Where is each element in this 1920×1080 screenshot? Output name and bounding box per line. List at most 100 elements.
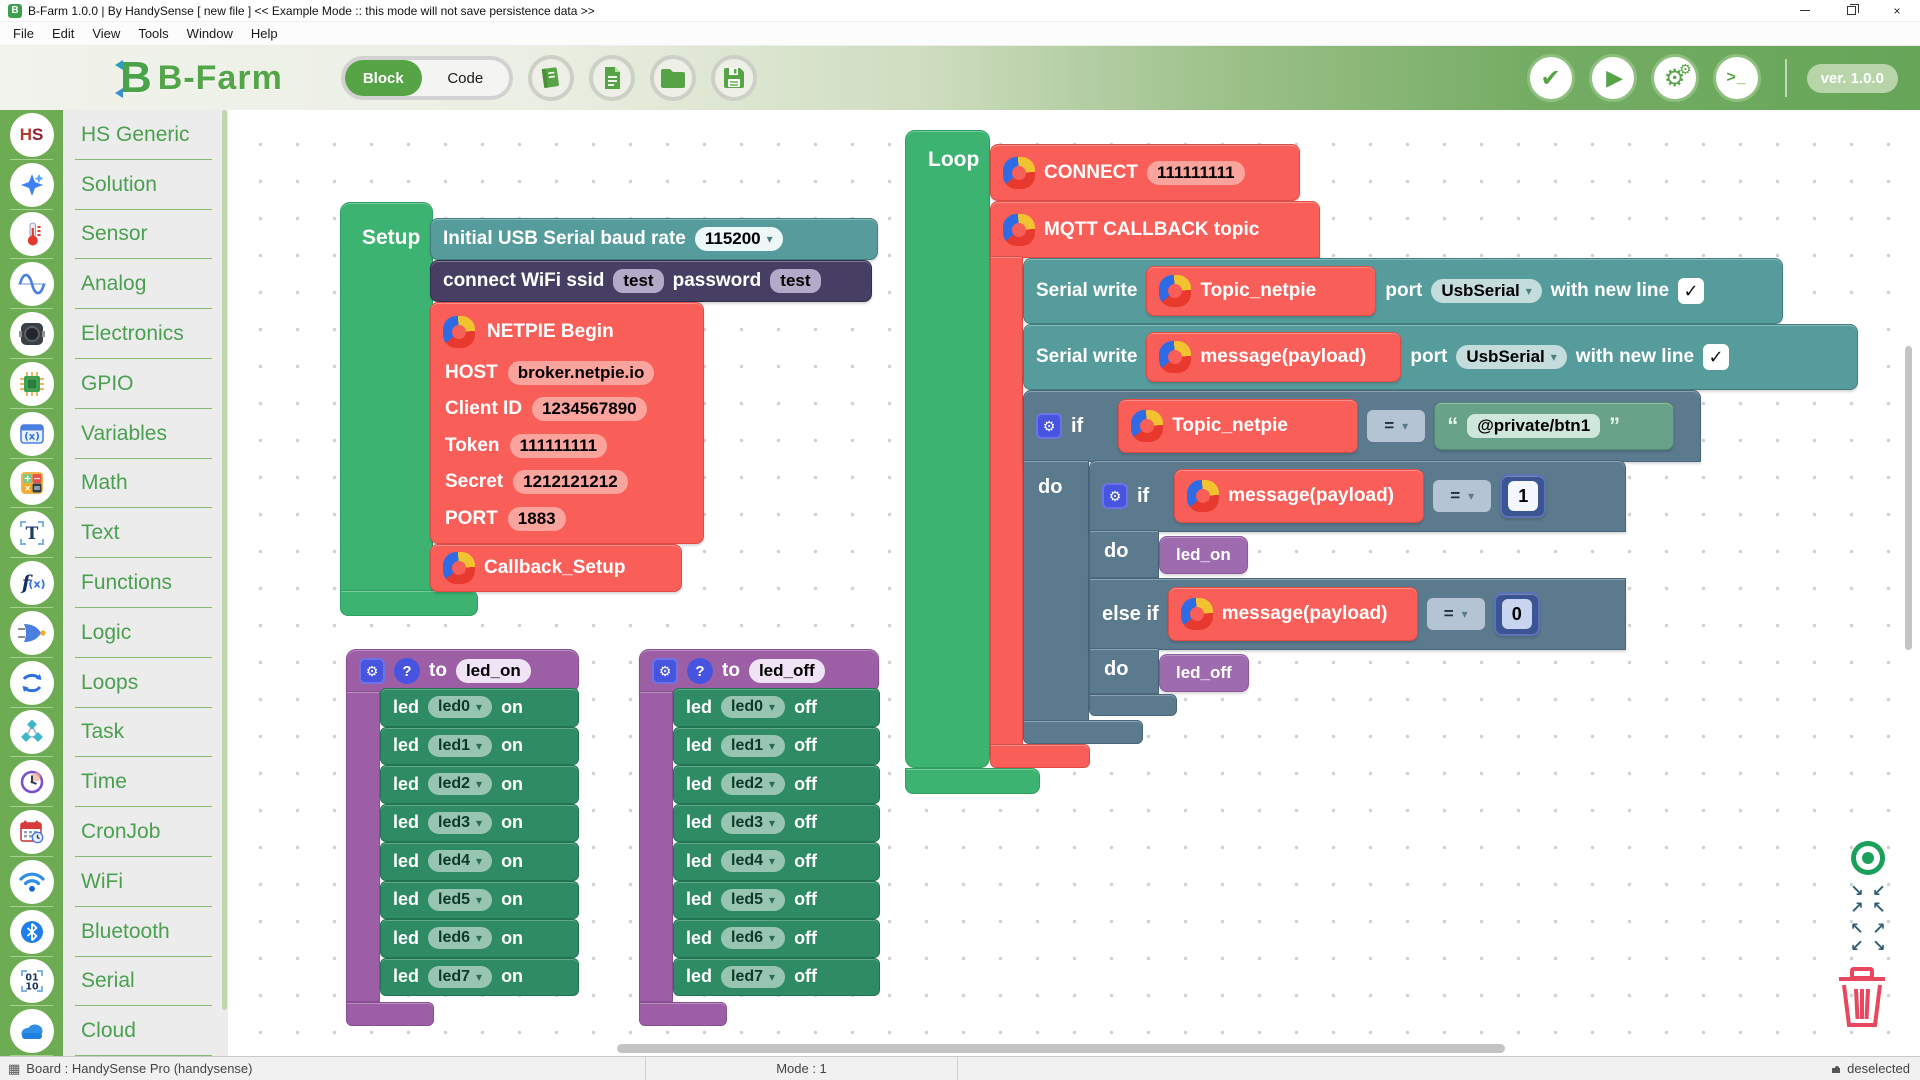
sidebar-item-hs-generic[interactable]: HS Generic — [63, 110, 228, 160]
open-folder-button[interactable] — [650, 55, 696, 101]
sidebar-item-solution[interactable]: Solution — [63, 160, 228, 210]
sidebar-item-analog[interactable]: Analog — [63, 259, 228, 309]
led-set-block[interactable]: led led1▾ on — [380, 727, 579, 766]
led-set-block[interactable]: led led3▾ off — [673, 804, 880, 843]
sidebar-item-bluetooth[interactable] — [0, 907, 63, 957]
led-select-dropdown[interactable]: led0▾ — [721, 696, 785, 718]
sidebar-item-serial[interactable]: 0110 — [0, 957, 63, 1007]
led-set-block[interactable]: led led2▾ off — [673, 765, 880, 804]
call-led-off-block[interactable]: led_off — [1159, 654, 1249, 692]
menu-help[interactable]: Help — [242, 24, 287, 43]
toggle-code[interactable]: Code — [422, 70, 509, 87]
newline-checkbox[interactable]: ✓ — [1703, 344, 1729, 370]
led-set-block[interactable]: led led5▾ on — [380, 881, 579, 920]
serial-write-topic-block[interactable]: Serial write Topic_netpie port UsbSerial… — [1023, 258, 1783, 324]
sidebar-item-functions[interactable]: f(x) — [0, 558, 63, 608]
led-set-block[interactable]: led led7▾ off — [673, 958, 880, 997]
vertical-scrollbar[interactable] — [1905, 346, 1912, 650]
led-select-dropdown[interactable]: led2▾ — [721, 773, 785, 795]
sidebar-item-sensor[interactable] — [0, 210, 63, 260]
examples-button[interactable] — [528, 55, 574, 101]
netpie-clientid-field[interactable]: 1234567890 — [532, 397, 647, 421]
verify-button[interactable]: ✔ — [1527, 54, 1575, 102]
comparison-dropdown[interactable]: =▾ — [1427, 598, 1485, 630]
led-set-block[interactable]: led led4▾ on — [380, 842, 579, 881]
led-select-dropdown[interactable]: led2▾ — [428, 773, 492, 795]
led-select-dropdown[interactable]: led1▾ — [721, 735, 785, 757]
menu-tools[interactable]: Tools — [129, 24, 177, 43]
function-name-field[interactable]: led_on — [456, 659, 531, 683]
sidebar-item-time[interactable] — [0, 757, 63, 807]
port-dropdown[interactable]: UsbSerial▾ — [1456, 345, 1566, 369]
number-value-block[interactable]: 0 — [1494, 592, 1540, 636]
sidebar-scrollbar[interactable] — [222, 110, 227, 1010]
horizontal-scrollbar[interactable] — [617, 1044, 1505, 1053]
led-select-dropdown[interactable]: led3▾ — [428, 812, 492, 834]
menu-view[interactable]: View — [83, 24, 129, 43]
sidebar-item-cronjob[interactable] — [0, 807, 63, 857]
sidebar-item-solution[interactable] — [0, 160, 63, 210]
sidebar-item-gpio[interactable]: GPIO — [63, 359, 228, 409]
led-set-block[interactable]: led led6▾ on — [380, 919, 579, 958]
call-led-on-block[interactable]: led_on — [1159, 536, 1248, 574]
led-select-dropdown[interactable]: led7▾ — [721, 966, 785, 988]
led-set-block[interactable]: led led5▾ off — [673, 881, 880, 920]
zoom-out-button[interactable]: ↖↗↙↘ — [1846, 921, 1890, 955]
led-select-dropdown[interactable]: led4▾ — [428, 850, 492, 872]
connect-wifi-block[interactable]: connect WiFi ssid test password test — [430, 260, 872, 302]
mqtt-callback-spine[interactable] — [990, 256, 1023, 746]
sidebar-item-task[interactable]: Task — [63, 708, 228, 758]
callback-setup-block[interactable]: Callback_Setup — [430, 544, 682, 592]
sidebar-item-loops[interactable] — [0, 658, 63, 708]
if-topic-foot[interactable] — [1023, 720, 1143, 744]
sidebar-item-analog[interactable] — [0, 259, 63, 309]
led-select-dropdown[interactable]: led5▾ — [721, 889, 785, 911]
function-led-on-foot[interactable] — [346, 1002, 434, 1026]
mutator-gear-icon[interactable]: ⚙ — [652, 658, 678, 684]
led-set-block[interactable]: led led0▾ off — [673, 688, 880, 727]
newline-checkbox[interactable]: ✓ — [1678, 278, 1704, 304]
if-topic-spine[interactable] — [1023, 460, 1089, 722]
led-set-block[interactable]: led led1▾ off — [673, 727, 880, 766]
function-name-field[interactable]: led_off — [749, 659, 825, 683]
center-workspace-button[interactable] — [1851, 841, 1885, 875]
console-button[interactable]: >_ — [1713, 54, 1761, 102]
mutator-gear-icon[interactable]: ⚙ — [1036, 413, 1062, 439]
led-select-dropdown[interactable]: led7▾ — [428, 966, 492, 988]
netpie-token-field[interactable]: 111111111 — [510, 434, 608, 458]
sidebar-item-sensor[interactable]: Sensor — [63, 210, 228, 260]
sidebar-item-cloud[interactable] — [0, 1006, 63, 1056]
toggle-block[interactable]: Block — [345, 60, 422, 96]
sidebar-item-wifi[interactable]: WiFi — [63, 857, 228, 907]
sidebar-item-electronics[interactable] — [0, 309, 63, 359]
function-led-off-foot[interactable] — [639, 1002, 727, 1026]
led-set-block[interactable]: led led0▾ on — [380, 688, 579, 727]
loop-block-foot[interactable] — [905, 768, 1040, 794]
led-select-dropdown[interactable]: led6▾ — [721, 927, 785, 949]
wifi-ssid-field[interactable]: test — [613, 269, 663, 293]
sidebar-item-variables[interactable]: (x) — [0, 409, 63, 459]
message-payload-value-block[interactable]: message(payload) — [1146, 332, 1401, 382]
sidebar-item-text[interactable]: Text — [63, 508, 228, 558]
comparison-dropdown[interactable]: =▾ — [1367, 410, 1425, 442]
save-button[interactable] — [711, 55, 757, 101]
port-dropdown[interactable]: UsbSerial▾ — [1431, 279, 1541, 303]
topic-string-field[interactable]: @private/btn1 — [1467, 414, 1600, 438]
sidebar-item-time[interactable]: Time — [63, 757, 228, 807]
if-topic-block[interactable]: ⚙ if Topic_netpie =▾ “ @private/btn1 ” — [1023, 390, 1701, 462]
setup-block-foot[interactable] — [340, 590, 478, 616]
sidebar-item-math[interactable]: +−×= — [0, 459, 63, 509]
sidebar-item-wifi[interactable] — [0, 857, 63, 907]
sidebar-item-bluetooth[interactable]: Bluetooth — [63, 907, 228, 957]
help-icon[interactable]: ? — [687, 658, 713, 684]
sidebar-item-loops[interactable]: Loops — [63, 658, 228, 708]
trash-icon[interactable] — [1834, 965, 1890, 1031]
sidebar-item-cronjob[interactable]: CronJob — [63, 807, 228, 857]
netpie-port-field[interactable]: 1883 — [508, 507, 566, 531]
sidebar-item-hs-generic[interactable]: HS — [0, 110, 63, 160]
zoom-in-button[interactable]: ↘↙↗↖ — [1846, 883, 1890, 917]
mutator-gear-icon[interactable]: ⚙ — [1102, 483, 1128, 509]
led-set-block[interactable]: led led2▾ on — [380, 765, 579, 804]
number-field[interactable]: 1 — [1508, 481, 1538, 511]
elseif-message-0-block[interactable]: else if message(payload) =▾ 0 — [1089, 578, 1626, 650]
